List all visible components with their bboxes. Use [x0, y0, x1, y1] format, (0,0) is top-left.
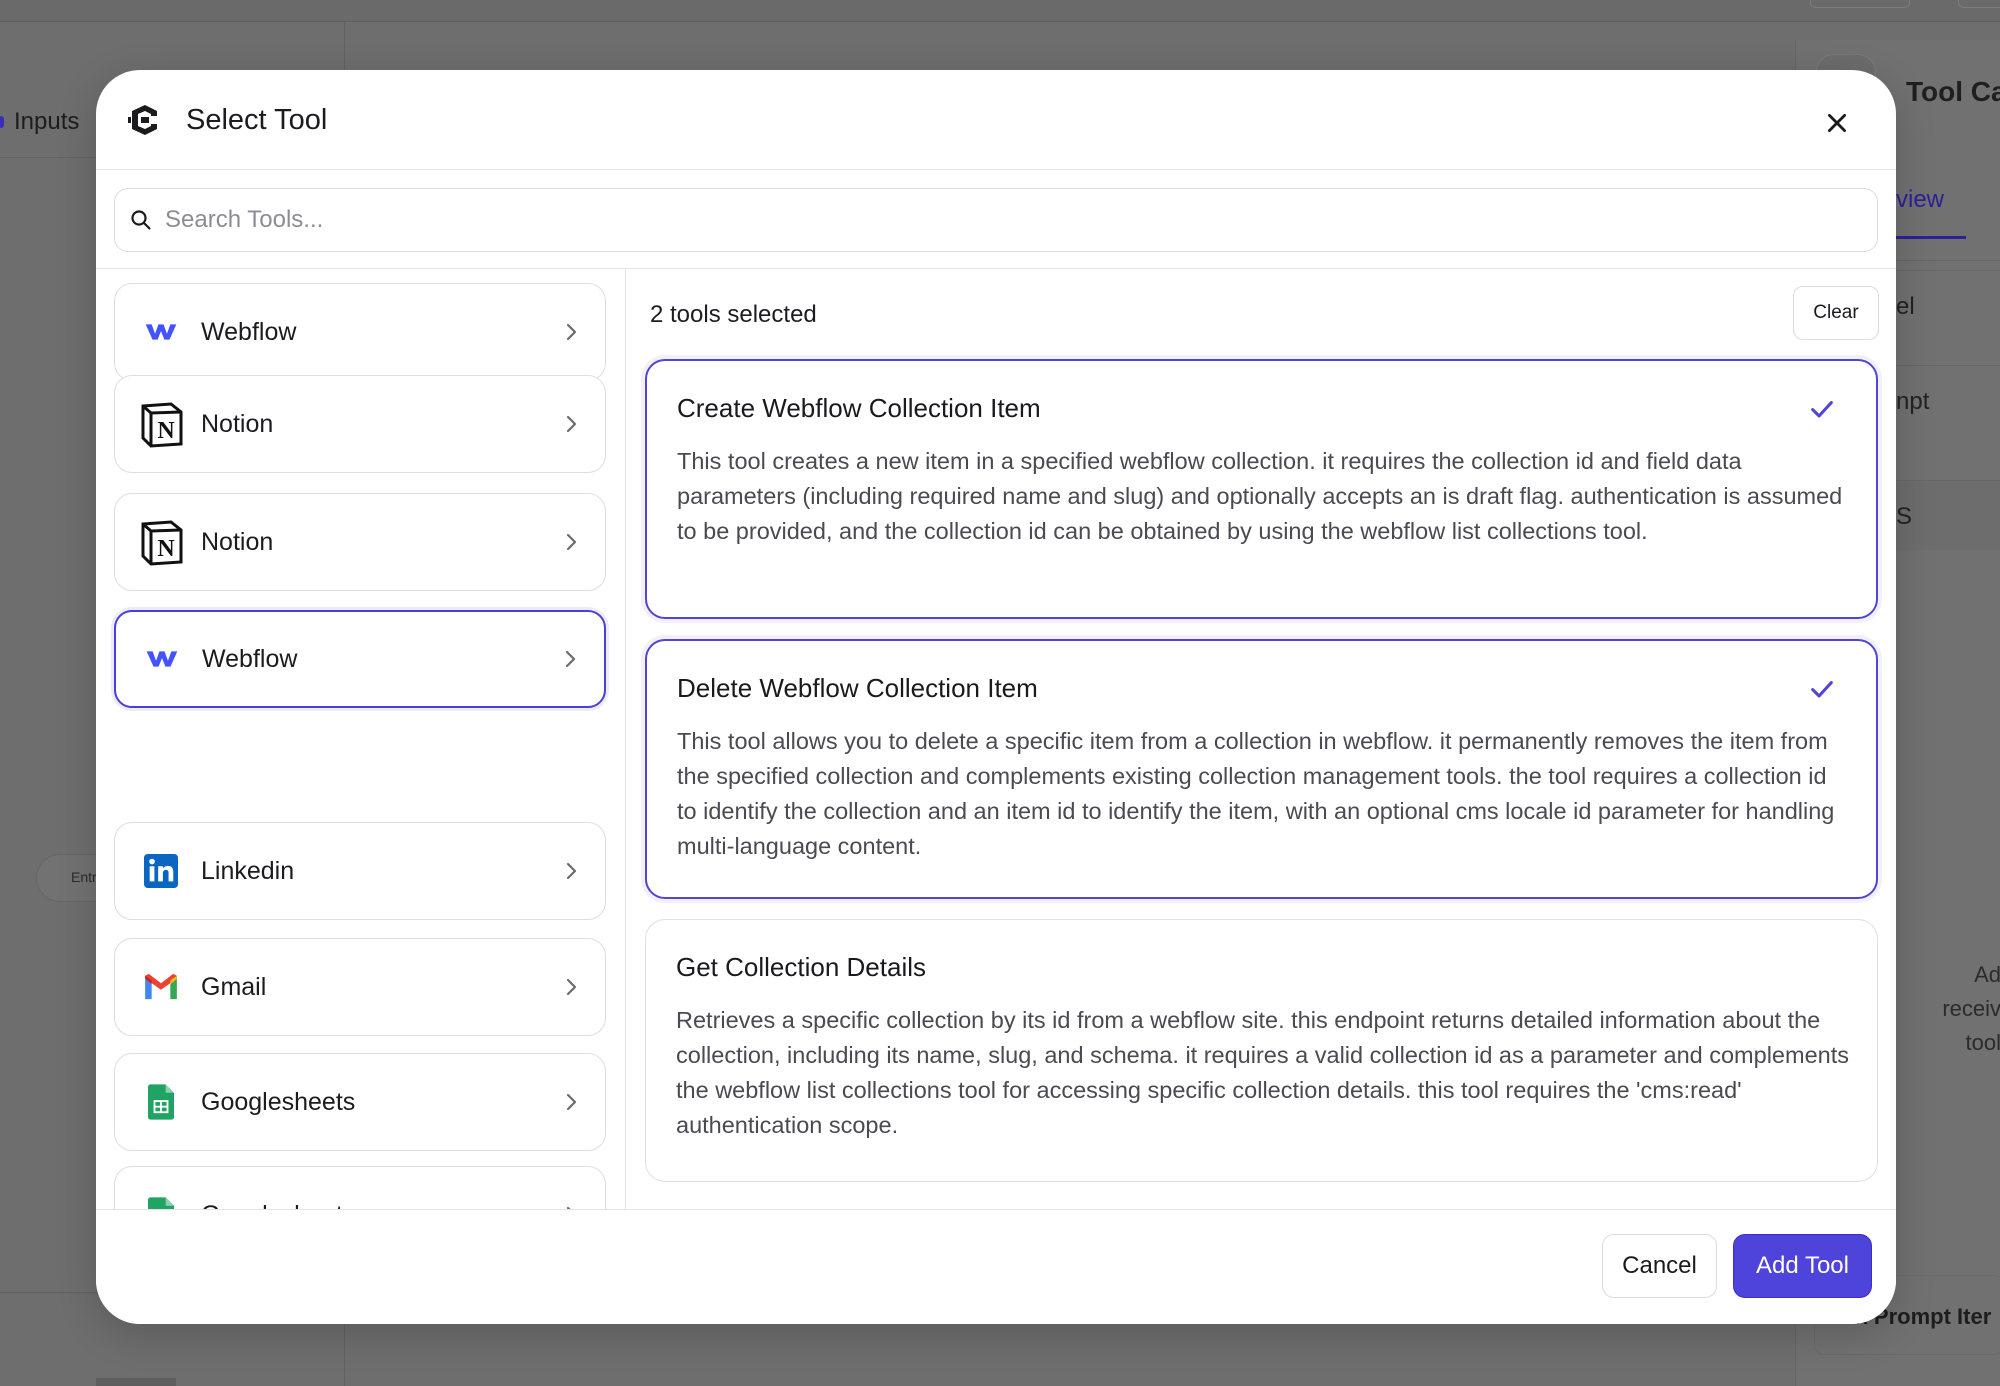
notion-icon: N [137, 518, 185, 566]
svg-text:N: N [157, 536, 175, 562]
toolkit-item-notion[interactable]: N Notion [114, 493, 606, 591]
webflow-icon [137, 308, 185, 356]
tool-card-create-webflow-collection-item[interactable]: Create Webflow Collection Item This tool… [645, 359, 1878, 619]
googlesheets-icon [137, 1191, 185, 1209]
tool-description: This tool allows you to delete a specifi… [677, 728, 1835, 859]
background-inputs-tab: Inputs [0, 108, 79, 136]
background-row-label: el [1896, 293, 1915, 320]
toolkit-label: Webflow [201, 317, 297, 346]
toolkit-list: Webflow N Notion N Notion Webflow Linked… [96, 269, 626, 1209]
toolkit-item-webflow[interactable]: Webflow [114, 283, 606, 381]
background-panel-title: Tool Ca [1906, 76, 2000, 107]
notion-icon: N [137, 400, 185, 448]
background-row-label: npt [1896, 388, 1930, 415]
tool-description: This tool creates a new item in a specif… [677, 448, 1843, 544]
modal-header: Select Tool [96, 70, 1896, 170]
chevron-right-icon [566, 1093, 577, 1111]
search-icon [131, 210, 151, 230]
chevron-right-icon [566, 323, 577, 341]
webflow-icon [138, 635, 186, 683]
search-box[interactable] [114, 188, 1878, 252]
modal-title: Select Tool [186, 104, 328, 136]
close-button[interactable] [1822, 108, 1852, 138]
toolkit-item-webflow-active[interactable]: Webflow [114, 610, 606, 708]
background-inputs-label: Inputs [14, 108, 80, 135]
background-topbar [0, 0, 2000, 22]
svg-text:N: N [157, 418, 175, 444]
tools-pane: 2 tools selected Clear Create Webflow Co… [627, 269, 1896, 1209]
toolkit-item-linkedin[interactable]: Linkedin [114, 822, 606, 920]
toolkit-label: Linkedin [201, 856, 295, 885]
chevron-right-icon [566, 415, 577, 433]
tool-card-delete-webflow-collection-item[interactable]: Delete Webflow Collection Item This tool… [645, 639, 1878, 899]
chevron-right-icon [566, 862, 577, 880]
cancel-button[interactable]: Cancel [1602, 1234, 1717, 1298]
toolkit-item-googlesheets[interactable]: Googlesheets [114, 1053, 606, 1151]
toolkit-label: Googlesheets [201, 1087, 356, 1116]
googlesheets-icon [137, 1078, 185, 1126]
search-input[interactable] [165, 206, 1845, 234]
add-tool-button[interactable]: Add Tool [1733, 1234, 1872, 1298]
selected-count: 2 tools selected [650, 301, 817, 328]
toolkit-label: Notion [201, 527, 274, 556]
check-icon [1811, 401, 1833, 418]
check-icon [1811, 681, 1833, 698]
toolkit-label: Googlesheets [201, 1201, 559, 1210]
background-placeholder-text: tool [1965, 1030, 2000, 1055]
tool-name: Get Collection Details [676, 952, 926, 982]
toolkit-item-notion[interactable]: N Notion [114, 375, 606, 473]
background-entry-label: Entr [71, 869, 97, 885]
gmail-icon [137, 963, 185, 1011]
modal-footer: Cancel Add Tool [96, 1209, 1896, 1324]
clear-button[interactable]: Clear [1793, 286, 1879, 340]
tool-description: Retrieves a specific collection by its i… [676, 1007, 1849, 1138]
close-icon [1828, 114, 1846, 132]
tool-name: Create Webflow Collection Item [677, 393, 1041, 423]
tool-card-get-collection-details[interactable]: Get Collection Details Retrieves a speci… [645, 919, 1878, 1182]
select-tool-modal: Select Tool Webflow N Notion [96, 70, 1896, 1324]
toolkit-label: Notion [201, 409, 274, 438]
chevron-right-icon [566, 978, 577, 996]
toolkit-label: Webflow [202, 644, 298, 673]
toolkit-item-gmail[interactable]: Gmail [114, 938, 606, 1036]
background-panel-tab: view [1896, 186, 1945, 213]
background-top-button [1958, 0, 2000, 8]
background-tab-underline [1886, 236, 1966, 239]
toolkit-label: Gmail [201, 972, 267, 1001]
linkedin-icon [137, 847, 185, 895]
background-placeholder-text: receiv [1942, 996, 2000, 1021]
background-top-button [1810, 0, 1910, 8]
tool-name: Delete Webflow Collection Item [677, 673, 1038, 703]
background-row-label: S [1896, 503, 1913, 530]
background-placeholder-text: Ad [1974, 962, 2000, 987]
background-block [96, 1378, 176, 1386]
toolkit-item-googlesheets[interactable]: Googlesheets [114, 1166, 606, 1209]
inputs-dot-icon [0, 116, 4, 128]
chevron-right-icon [565, 650, 576, 668]
chevron-right-icon [566, 533, 577, 551]
composio-logo-icon [128, 105, 157, 135]
